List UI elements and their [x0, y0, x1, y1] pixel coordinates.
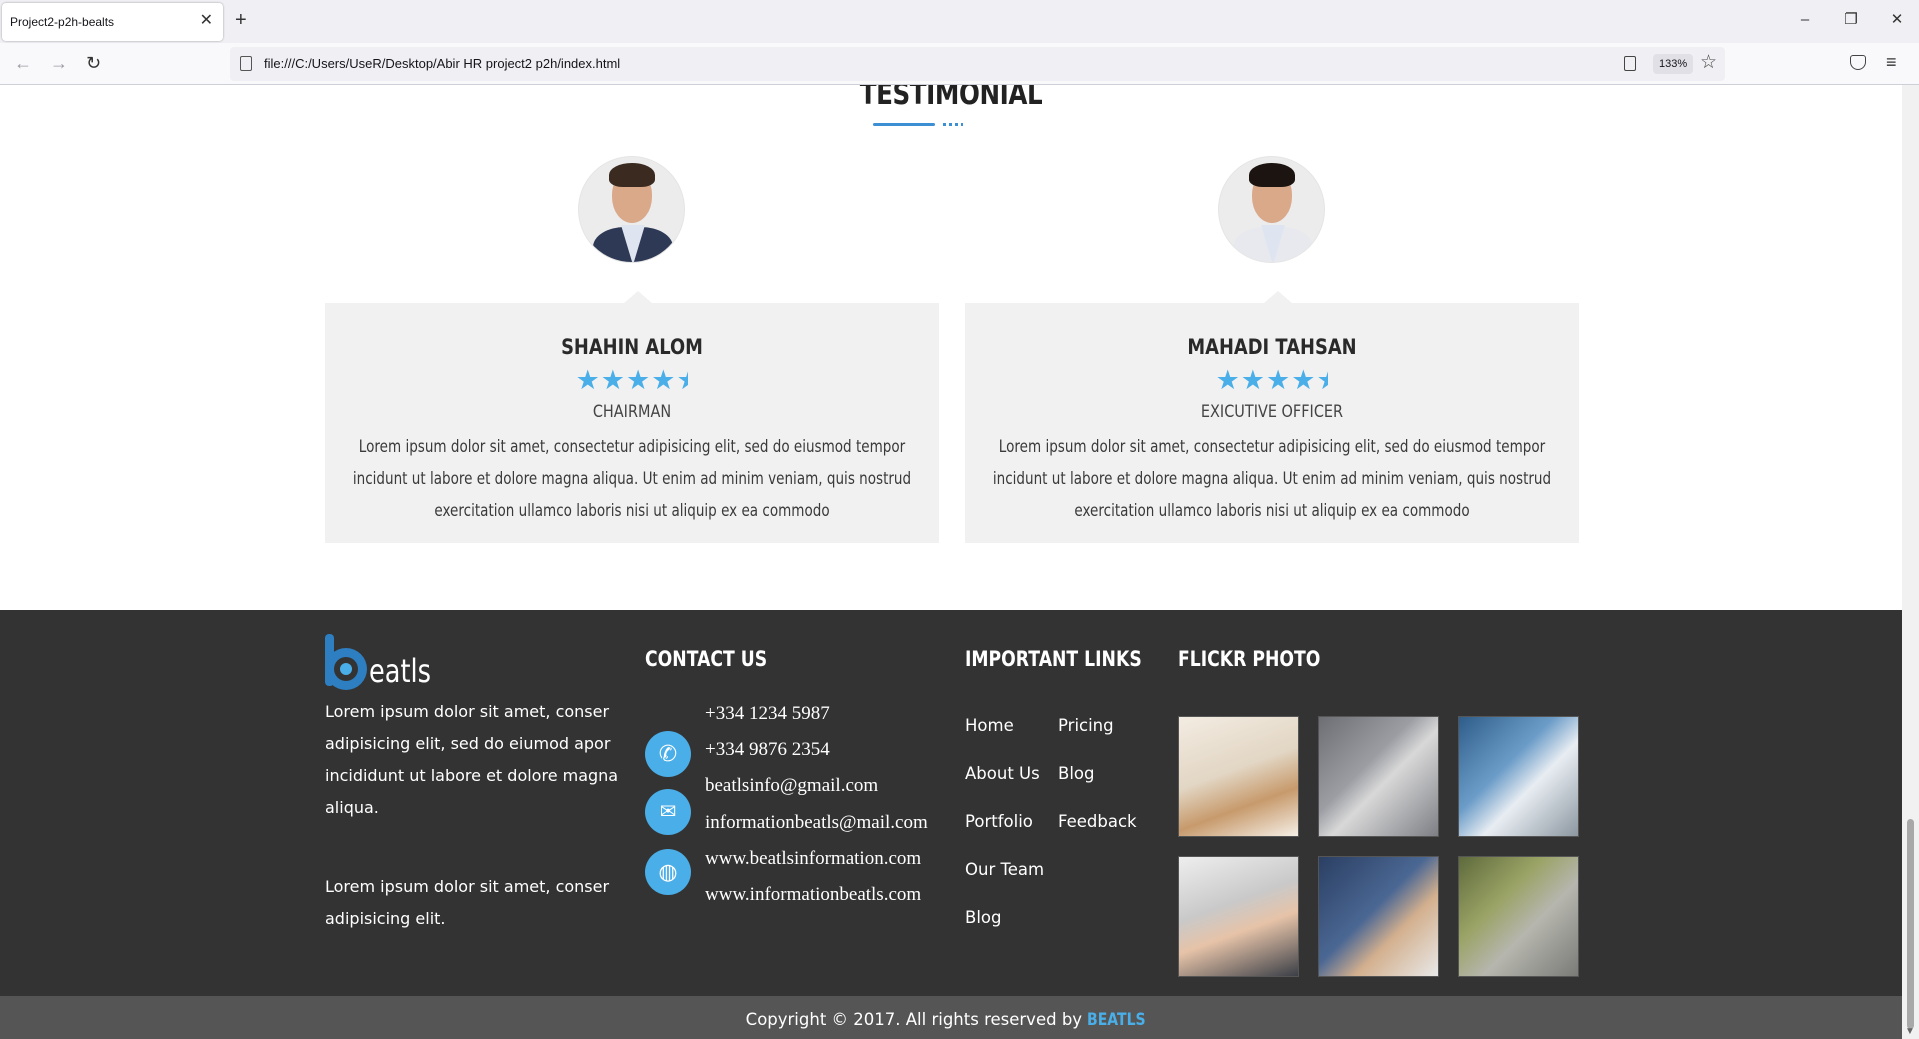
phone-icon: ✆	[645, 731, 691, 777]
footer-about-text: Lorem ipsum dolor sit amet, conser adipi…	[325, 702, 619, 817]
footer-link-pricing[interactable]: Pricing	[1058, 716, 1114, 735]
testimonial-text: Lorem ipsum dolor sit amet, consectetur …	[352, 437, 912, 520]
page-scrollbar[interactable]: ▼	[1902, 85, 1919, 1039]
flickr-photo-writing[interactable]	[1318, 856, 1439, 977]
new-tab-icon[interactable]: +	[235, 9, 247, 31]
copyright-brand[interactable]: BEATLS	[1087, 1010, 1146, 1029]
scroll-down-arrow-icon[interactable]: ▼	[1905, 1026, 1915, 1037]
avatar-shahin	[578, 156, 685, 263]
footer-link-portfolio[interactable]: Portfolio	[965, 812, 1033, 831]
browser-tab-bar: Project2-p2h-bealts ✕ + – ❐ ✕	[0, 0, 1919, 43]
testimonial-title: TESTIMONIAL	[859, 85, 1043, 112]
testimonial-text: Lorem ipsum dolor sit amet, consectetur …	[992, 437, 1552, 520]
half-star-icon: ★	[676, 365, 688, 395]
email-1[interactable]: beatlsinfo@gmail.com	[705, 775, 878, 797]
footer-link-our-team[interactable]: Our Team	[965, 860, 1044, 879]
tab-close-icon[interactable]: ✕	[200, 13, 213, 29]
star-icon: ★	[600, 365, 626, 395]
testimonial-card: MAHADI TAHSAN ★★★★★ EXICUTIVE OFFICER Lo…	[965, 291, 1579, 543]
title-underline	[873, 123, 935, 126]
testimonial-role: EXICUTIVE OFFICER	[1200, 402, 1344, 422]
footer-about-text-2: Lorem ipsum dolor sit amet, conser adipi…	[325, 877, 610, 928]
star-icon: ★	[1240, 365, 1266, 395]
tab-title: Project2-p2h-bealts	[10, 15, 115, 29]
website-2[interactable]: www.informationbeatls.com	[705, 884, 921, 906]
hamburger-menu-icon[interactable]: ≡	[1886, 52, 1897, 72]
card-pointer	[624, 291, 652, 303]
envelope-icon: ✉	[645, 789, 691, 835]
footer-link-blog[interactable]: Blog	[965, 908, 1001, 927]
flickr-photo-macbook[interactable]	[1458, 856, 1579, 977]
url-bar[interactable]: file:///C:/Users/UseR/Desktop/Abir HR pr…	[230, 47, 1725, 81]
browser-nav-bar: ← → ↻ file:///C:/Users/UseR/Desktop/Abir…	[0, 43, 1919, 85]
url-text[interactable]: file:///C:/Users/UseR/Desktop/Abir HR pr…	[264, 56, 620, 71]
zoom-level-badge[interactable]: 133%	[1653, 54, 1694, 74]
star-icon: ★	[1291, 365, 1317, 395]
phone-1[interactable]: +334 1234 5987	[705, 703, 830, 725]
testimonial-role: CHAIRMAN	[592, 402, 672, 422]
restore-icon[interactable]: ❐	[1836, 10, 1866, 30]
avatar-mahadi	[1218, 156, 1325, 263]
star-icon: ★	[626, 365, 652, 395]
star-rating: ★★★★★	[965, 365, 1579, 395]
website-1[interactable]: www.beatlsinformation.com	[705, 848, 921, 870]
beatls-logo[interactable]: eatls	[325, 634, 435, 692]
testimonial-name: MAHADI TAHSAN	[1187, 335, 1357, 359]
forward-icon[interactable]: →	[50, 53, 68, 73]
important-links-heading: IMPORTANT LINKS	[965, 647, 1142, 671]
copyright-prefix: Copyright © 2017. All rights reserved by	[745, 1010, 1083, 1029]
star-icon: ★	[1266, 365, 1292, 395]
copyright-bar: Copyright © 2017. All rights reserved by…	[0, 996, 1902, 1039]
phone-2[interactable]: +334 9876 2354	[705, 739, 830, 761]
back-icon[interactable]: ←	[14, 53, 32, 73]
footer-link-blog-2[interactable]: Blog	[1058, 764, 1094, 783]
flickr-heading: FLICKR PHOTO	[1178, 647, 1321, 671]
reader-view-icon[interactable]	[1624, 56, 1636, 71]
title-underline-dots	[943, 123, 963, 126]
pocket-icon[interactable]	[1850, 55, 1866, 70]
footer: eatls Lorem ipsum dolor sit amet, conser…	[0, 610, 1902, 996]
card-pointer	[1264, 291, 1292, 303]
contact-heading: CONTACT US	[645, 647, 768, 671]
star-icon: ★	[651, 365, 677, 395]
bookmark-star-icon[interactable]: ☆	[1700, 52, 1717, 74]
star-icon: ★	[575, 365, 601, 395]
page-viewport: TESTIMONIAL SHAHIN ALOM ★★★★★ CHAIRMAN L…	[0, 85, 1919, 1039]
browser-tab[interactable]: Project2-p2h-bealts ✕	[2, 3, 223, 41]
flickr-photo-tablet[interactable]	[1178, 856, 1299, 977]
email-2[interactable]: informationbeatls@mail.com	[705, 812, 928, 834]
globe-icon: ◍	[645, 849, 691, 895]
flickr-photo-desk[interactable]	[1178, 716, 1299, 837]
page-icon	[240, 56, 252, 71]
flickr-photo-laptop-typing[interactable]	[1458, 716, 1579, 837]
close-window-icon[interactable]: ✕	[1882, 10, 1912, 30]
copyright-text: Copyright © 2017. All rights reserved by…	[746, 1010, 1157, 1029]
half-star-icon: ★	[1316, 365, 1328, 395]
minimize-icon[interactable]: –	[1790, 10, 1820, 30]
footer-link-about-us[interactable]: About Us	[965, 764, 1040, 783]
logo-text: eatls	[369, 652, 431, 690]
footer-link-home[interactable]: Home	[965, 716, 1014, 735]
scrollbar-thumb[interactable]	[1907, 819, 1914, 1029]
reload-icon[interactable]: ↻	[86, 53, 101, 73]
star-rating: ★★★★★	[325, 365, 939, 395]
flickr-photo-keyboard[interactable]	[1318, 716, 1439, 837]
testimonial-card: SHAHIN ALOM ★★★★★ CHAIRMAN Lorem ipsum d…	[325, 291, 939, 543]
footer-link-feedback[interactable]: Feedback	[1058, 812, 1137, 831]
testimonial-name: SHAHIN ALOM	[561, 335, 703, 359]
star-icon: ★	[1215, 365, 1241, 395]
